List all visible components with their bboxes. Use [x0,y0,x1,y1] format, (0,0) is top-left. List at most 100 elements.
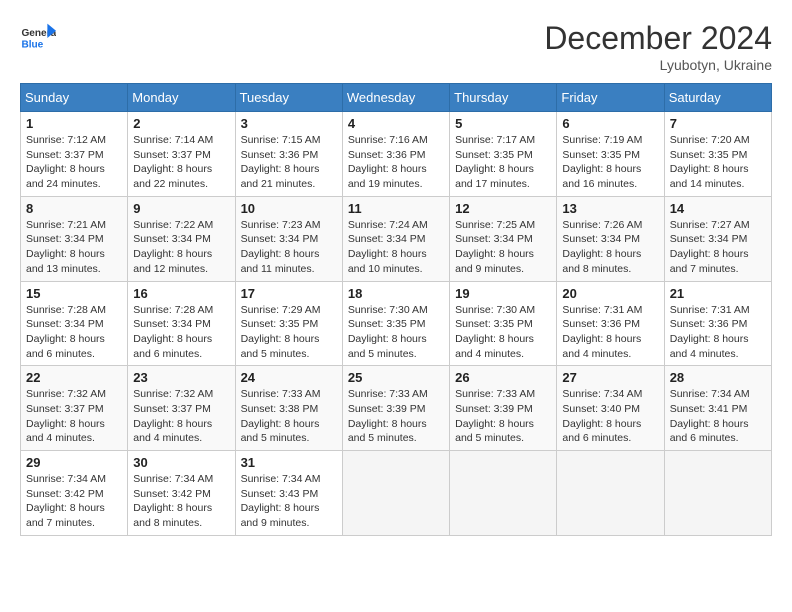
calendar-cell: 16Sunrise: 7:28 AMSunset: 3:34 PMDayligh… [128,281,235,366]
calendar-cell: 7 Sunrise: 7:20 AMSunset: 3:35 PMDaylight… [664,112,771,197]
calendar-cell: 21 Sunrise: 7:31 AMSunset: 3:36 PMDayligh… [664,281,771,366]
day-info: Sunrise: 7:34 AMSunset: 3:40 PMDaylight:… [562,387,658,446]
day-number: 12 [455,201,551,216]
calendar-cell: 22 Sunrise: 7:32 AMSunset: 3:37 PMDayligh… [21,366,128,451]
calendar-cell: 3 Sunrise: 7:15 AMSunset: 3:36 PMDaylight… [235,112,342,197]
day-number: 1 [26,116,122,131]
calendar-cell: 10 Sunrise: 7:23 AMSunset: 3:34 PMDayligh… [235,196,342,281]
calendar-cell: 29 Sunrise: 7:34 AMSunset: 3:42 PMDayligh… [21,451,128,536]
calendar-week-1: 1 Sunrise: 7:12 AMSunset: 3:37 PMDaylight… [21,112,772,197]
day-number: 10 [241,201,337,216]
day-number: 2 [133,116,229,131]
logo-icon: General Blue [20,20,56,56]
calendar-cell: 30 Sunrise: 7:34 AMSunset: 3:42 PMDayligh… [128,451,235,536]
calendar-cell: 6 Sunrise: 7:19 AMSunset: 3:35 PMDaylight… [557,112,664,197]
svg-text:Blue: Blue [21,39,43,50]
day-info: Sunrise: 7:34 AMSunset: 3:42 PMDaylight:… [133,472,229,531]
calendar-cell: 8 Sunrise: 7:21 AMSunset: 3:34 PMDaylight… [21,196,128,281]
location: Lyubotyn, Ukraine [544,57,772,73]
title-block: December 2024 Lyubotyn, Ukraine [544,20,772,73]
day-info: Sunrise: 7:33 AMSunset: 3:39 PMDaylight:… [455,387,551,446]
day-number: 11 [348,201,444,216]
calendar-header-thursday: Thursday [450,84,557,112]
day-number: 19 [455,286,551,301]
day-number: 5 [455,116,551,131]
day-info: Sunrise: 7:33 AMSunset: 3:39 PMDaylight:… [348,387,444,446]
calendar-header-wednesday: Wednesday [342,84,449,112]
calendar-cell: 5 Sunrise: 7:17 AMSunset: 3:35 PMDaylight… [450,112,557,197]
calendar-table: SundayMondayTuesdayWednesdayThursdayFrid… [20,83,772,536]
day-info: Sunrise: 7:23 AMSunset: 3:34 PMDaylight:… [241,218,337,277]
calendar-cell: 2 Sunrise: 7:14 AMSunset: 3:37 PMDaylight… [128,112,235,197]
day-info: Sunrise: 7:16 AMSunset: 3:36 PMDaylight:… [348,133,444,192]
day-number: 7 [670,116,766,131]
calendar-header-friday: Friday [557,84,664,112]
day-number: 30 [133,455,229,470]
day-number: 21 [670,286,766,301]
calendar-cell [342,451,449,536]
calendar-cell [664,451,771,536]
day-info: Sunrise: 7:20 AMSunset: 3:35 PMDaylight:… [670,133,766,192]
calendar-cell: 24 Sunrise: 7:33 AMSunset: 3:38 PMDayligh… [235,366,342,451]
day-info: Sunrise: 7:12 AMSunset: 3:37 PMDaylight:… [26,133,122,192]
day-info: Sunrise: 7:25 AMSunset: 3:34 PMDaylight:… [455,218,551,277]
day-info: Sunrise: 7:32 AMSunset: 3:37 PMDaylight:… [133,387,229,446]
day-info: Sunrise: 7:30 AMSunset: 3:35 PMDaylight:… [455,303,551,362]
day-info: Sunrise: 7:31 AMSunset: 3:36 PMDaylight:… [670,303,766,362]
day-number: 4 [348,116,444,131]
calendar-cell: 19 Sunrise: 7:30 AMSunset: 3:35 PMDayligh… [450,281,557,366]
day-number: 17 [241,286,337,301]
day-info: Sunrise: 7:15 AMSunset: 3:36 PMDaylight:… [241,133,337,192]
day-number: 27 [562,370,658,385]
day-number: 24 [241,370,337,385]
calendar-week-2: 8 Sunrise: 7:21 AMSunset: 3:34 PMDaylight… [21,196,772,281]
day-info: Sunrise: 7:34 AMSunset: 3:43 PMDaylight:… [241,472,337,531]
calendar-week-4: 22 Sunrise: 7:32 AMSunset: 3:37 PMDayligh… [21,366,772,451]
day-number: 6 [562,116,658,131]
day-number: 15 [26,286,122,301]
day-info: Sunrise: 7:26 AMSunset: 3:34 PMDaylight:… [562,218,658,277]
calendar-header-tuesday: Tuesday [235,84,342,112]
day-number: 23 [133,370,229,385]
day-info: Sunrise: 7:29 AMSunset: 3:35 PMDaylight:… [241,303,337,362]
day-number: 9 [133,201,229,216]
logo: General Blue [20,20,56,56]
calendar-cell: 27 Sunrise: 7:34 AMSunset: 3:40 PMDayligh… [557,366,664,451]
calendar-cell: 12 Sunrise: 7:25 AMSunset: 3:34 PMDayligh… [450,196,557,281]
day-info: Sunrise: 7:32 AMSunset: 3:37 PMDaylight:… [26,387,122,446]
day-info: Sunrise: 7:31 AMSunset: 3:36 PMDaylight:… [562,303,658,362]
calendar-header-saturday: Saturday [664,84,771,112]
day-info: Sunrise: 7:34 AMSunset: 3:41 PMDaylight:… [670,387,766,446]
calendar-week-5: 29 Sunrise: 7:34 AMSunset: 3:42 PMDayligh… [21,451,772,536]
day-number: 29 [26,455,122,470]
calendar-cell: 1 Sunrise: 7:12 AMSunset: 3:37 PMDaylight… [21,112,128,197]
day-number: 25 [348,370,444,385]
calendar-cell: 18 Sunrise: 7:30 AMSunset: 3:35 PMDayligh… [342,281,449,366]
day-info: Sunrise: 7:17 AMSunset: 3:35 PMDaylight:… [455,133,551,192]
calendar-cell: 28 Sunrise: 7:34 AMSunset: 3:41 PMDayligh… [664,366,771,451]
day-info: Sunrise: 7:22 AMSunset: 3:34 PMDaylight:… [133,218,229,277]
day-info: Sunrise: 7:21 AMSunset: 3:34 PMDaylight:… [26,218,122,277]
day-number: 14 [670,201,766,216]
day-number: 18 [348,286,444,301]
calendar-header-row: SundayMondayTuesdayWednesdayThursdayFrid… [21,84,772,112]
day-info: Sunrise: 7:34 AMSunset: 3:42 PMDaylight:… [26,472,122,531]
calendar-cell: 25 Sunrise: 7:33 AMSunset: 3:39 PMDayligh… [342,366,449,451]
day-info: Sunrise: 7:28 AMSunset: 3:34 PMDaylight:… [26,303,122,362]
calendar-cell: 20Sunrise: 7:31 AMSunset: 3:36 PMDayligh… [557,281,664,366]
day-number: 8 [26,201,122,216]
day-number: 22 [26,370,122,385]
day-info: Sunrise: 7:28 AMSunset: 3:34 PMDaylight:… [133,303,229,362]
day-number: 28 [670,370,766,385]
calendar-cell: 13Sunrise: 7:26 AMSunset: 3:34 PMDayligh… [557,196,664,281]
day-info: Sunrise: 7:33 AMSunset: 3:38 PMDaylight:… [241,387,337,446]
day-info: Sunrise: 7:30 AMSunset: 3:35 PMDaylight:… [348,303,444,362]
calendar-header-sunday: Sunday [21,84,128,112]
calendar-cell: 26Sunrise: 7:33 AMSunset: 3:39 PMDayligh… [450,366,557,451]
day-info: Sunrise: 7:19 AMSunset: 3:35 PMDaylight:… [562,133,658,192]
calendar-cell: 17 Sunrise: 7:29 AMSunset: 3:35 PMDayligh… [235,281,342,366]
day-info: Sunrise: 7:27 AMSunset: 3:34 PMDaylight:… [670,218,766,277]
day-info: Sunrise: 7:14 AMSunset: 3:37 PMDaylight:… [133,133,229,192]
day-number: 3 [241,116,337,131]
calendar-cell: 23 Sunrise: 7:32 AMSunset: 3:37 PMDayligh… [128,366,235,451]
